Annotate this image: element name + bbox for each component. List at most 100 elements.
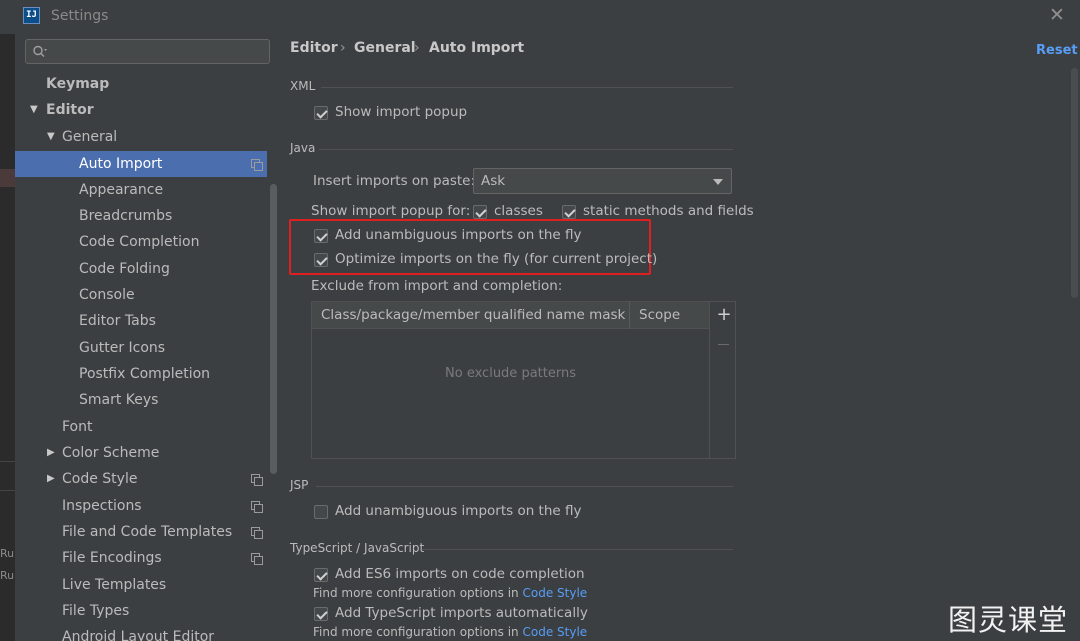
sidebar-item-gutter-icons[interactable]: Gutter Icons [15, 335, 267, 361]
expand-triangle-icon[interactable]: ▼ [30, 97, 38, 123]
sidebar-item-label: Color Scheme [62, 445, 160, 461]
sidebar-item-postfix-completion[interactable]: Postfix Completion [15, 361, 267, 387]
checkbox-label: Add unambiguous imports on the fly [335, 503, 582, 519]
sidebar-item-general[interactable]: ▼ General [15, 124, 267, 150]
checkbox-checked[interactable] [314, 253, 328, 267]
sidebar-item-label: File and Code Templates [62, 524, 233, 540]
exclude-label: Exclude from import and completion: [311, 278, 563, 294]
sidebar-item-editor[interactable]: ▼ Editor [15, 97, 267, 123]
project-settings-icon [251, 553, 263, 565]
sidebar-item-label: Gutter Icons [79, 340, 166, 356]
sidebar-item-label: Live Templates [62, 577, 167, 593]
checkbox-unchecked[interactable] [314, 505, 328, 519]
sidebar-item-label: File Types [62, 603, 130, 619]
sidebar-item-label: Breadcrumbs [79, 208, 173, 224]
column-header-mask[interactable]: Class/package/member qualified name mask [321, 307, 625, 323]
expand-triangle-icon[interactable]: ▶ [47, 466, 55, 492]
background-divider [0, 490, 15, 491]
hint-text: Find more configuration options in [313, 625, 523, 639]
watermark-text: 图灵课堂 [948, 603, 1069, 637]
project-settings-icon [251, 527, 263, 539]
sidebar-item-label: Font [62, 419, 93, 435]
sidebar-item-console[interactable]: Console [15, 282, 267, 308]
section-divider [321, 87, 733, 88]
sidebar-item-font[interactable]: Font [15, 414, 267, 440]
sidebar-item-file-types[interactable]: File Types [15, 598, 267, 624]
code-style-link[interactable]: Code Style [522, 586, 587, 600]
project-settings-icon [251, 474, 263, 486]
sidebar-item-inspections[interactable]: Inspections [15, 493, 267, 519]
sidebar-item-code-completion[interactable]: Code Completion [15, 229, 267, 255]
sidebar-item-smart-keys[interactable]: Smart Keys [15, 387, 267, 413]
sidebar-item-label: Console [79, 287, 135, 303]
es6-imports-checkbox[interactable]: Add ES6 imports on code completion [314, 566, 585, 586]
background-divider [0, 461, 15, 462]
column-header-scope[interactable]: Scope [639, 307, 680, 323]
sidebar-item-keymap[interactable]: Keymap [15, 71, 267, 97]
close-icon[interactable]: ✕ [1048, 5, 1066, 25]
jsp-add-unambiguous-checkbox[interactable]: Add unambiguous imports on the fly [314, 503, 582, 523]
sidebar-item-file-encodings[interactable]: File Encodings [15, 545, 267, 571]
remove-icon[interactable] [718, 344, 729, 345]
exclude-patterns-table[interactable]: Class/package/member qualified name mask… [311, 301, 736, 459]
xml-show-import-popup-checkbox[interactable]: Show import popup [314, 104, 514, 124]
background-editor-strip: Rul Rul [0, 34, 17, 641]
sidebar-item-label: Keymap [46, 76, 110, 92]
sidebar-item-appearance[interactable]: Appearance [15, 177, 267, 203]
reset-link[interactable]: Reset [1036, 43, 1078, 58]
hint-text: Find more configuration options in [313, 586, 523, 600]
sidebar-item-code-style[interactable]: ▶ Code Style [15, 466, 267, 492]
sidebar-item-label: Smart Keys [79, 392, 159, 408]
intellij-app-icon: IJ [23, 7, 40, 24]
insert-imports-select[interactable]: Ask [473, 168, 732, 194]
config-hint: Find more configuration options in Code … [313, 586, 587, 600]
typescript-imports-checkbox[interactable]: Add TypeScript imports automatically [314, 605, 588, 625]
checkbox-checked[interactable] [314, 607, 328, 621]
add-icon[interactable]: + [716, 305, 732, 325]
code-style-link[interactable]: Code Style [522, 625, 587, 639]
sidebar-item-editor-tabs[interactable]: Editor Tabs [15, 308, 267, 334]
sidebar-item-label: Inspections [62, 498, 142, 514]
sidebar-item-breadcrumbs[interactable]: Breadcrumbs [15, 203, 267, 229]
checkbox-checked[interactable] [314, 229, 328, 243]
insert-imports-label: Insert imports on paste: [313, 173, 476, 189]
optimize-imports-checkbox[interactable]: Optimize imports on the fly (for current… [314, 251, 657, 271]
section-divider [316, 486, 733, 487]
checkbox-checked[interactable] [314, 106, 328, 120]
sidebar-item-label: Editor [46, 102, 94, 118]
search-icon [33, 45, 47, 57]
section-divider [319, 149, 733, 150]
expand-triangle-icon[interactable]: ▶ [47, 440, 55, 466]
add-unambiguous-imports-checkbox[interactable]: Add unambiguous imports on the fly [314, 227, 582, 247]
window-title: Settings [51, 8, 109, 24]
checkbox-label: Add ES6 imports on code completion [335, 566, 585, 582]
sidebar-scrollbar[interactable] [270, 184, 277, 474]
sidebar-item-label: Editor Tabs [79, 313, 156, 329]
checkbox-label: classes [494, 203, 543, 219]
config-hint: Find more configuration options in Code … [313, 625, 587, 639]
checkbox-label: Add unambiguous imports on the fly [335, 227, 582, 243]
sidebar-item-android-layout-editor[interactable]: Android Layout Editor [15, 624, 267, 641]
breadcrumb-separator: › [414, 40, 420, 56]
expand-triangle-icon[interactable]: ▼ [47, 124, 55, 150]
sidebar-item-live-templates[interactable]: Live Templates [15, 572, 267, 598]
sidebar-item-color-scheme[interactable]: ▶ Color Scheme [15, 440, 267, 466]
sidebar-item-code-folding[interactable]: Code Folding [15, 256, 267, 282]
page-title: Auto Import [429, 40, 525, 56]
sidebar-item-label: Postfix Completion [79, 366, 211, 382]
search-input[interactable] [25, 39, 270, 64]
checkbox-label: Show import popup [335, 104, 468, 120]
sidebar-item-file-and-code-templates[interactable]: File and Code Templates [15, 519, 267, 545]
sidebar-item-auto-import[interactable]: Auto Import [15, 151, 267, 177]
sidebar-item-label: Android Layout Editor [62, 629, 215, 641]
show-popup-for-label: Show import popup for: [311, 203, 471, 219]
content-scrollbar[interactable] [1071, 68, 1078, 298]
checkbox-checked[interactable] [562, 205, 576, 219]
settings-content: Editor › General › Auto Import Reset XML… [279, 34, 1080, 641]
breadcrumb-item: Editor [290, 40, 338, 56]
checkbox-checked[interactable] [314, 568, 328, 582]
checkbox-label: static methods and fields [583, 203, 754, 219]
sidebar-item-label: Code Folding [79, 261, 170, 277]
checkbox-checked[interactable] [473, 205, 487, 219]
title-bar: IJ Settings ✕ [0, 0, 1080, 34]
